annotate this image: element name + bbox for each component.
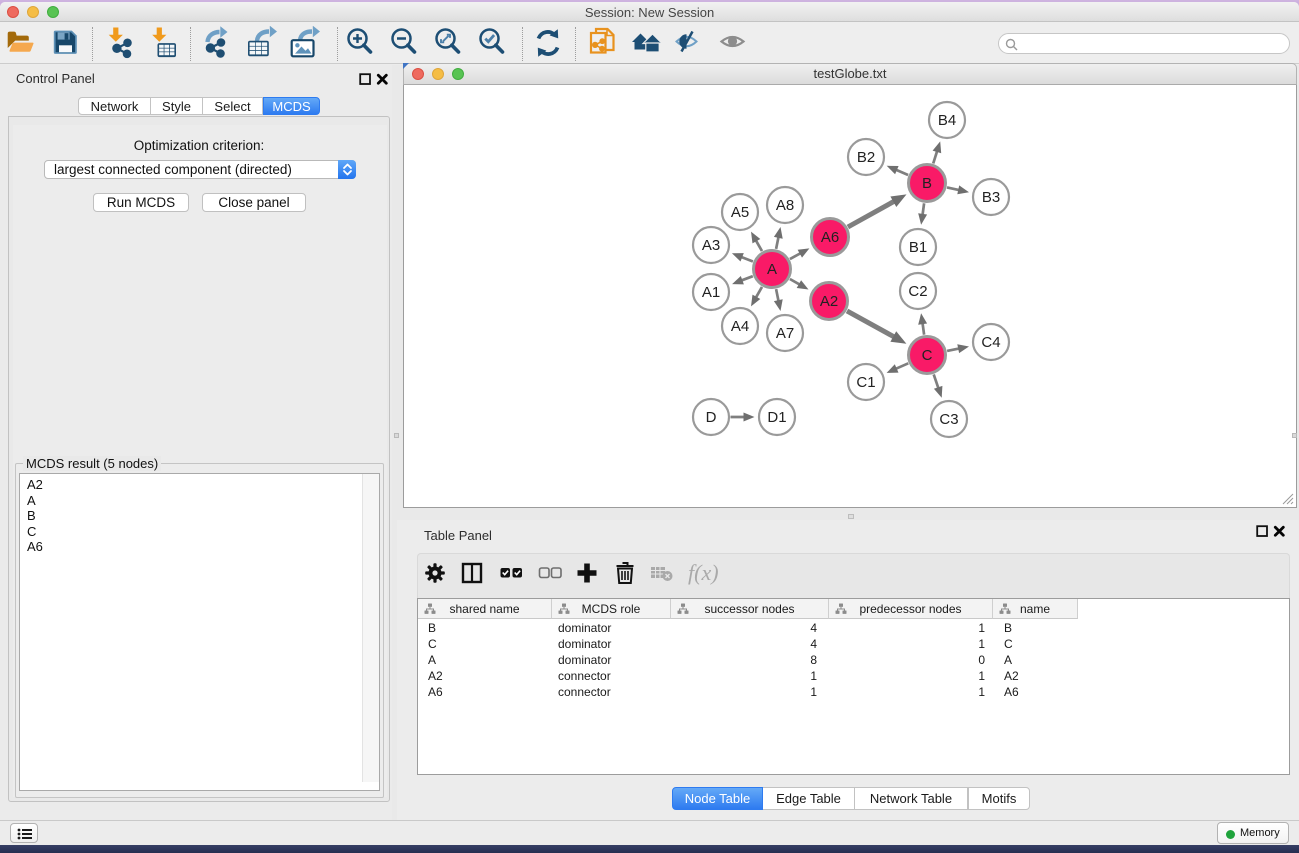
svg-text:C3: C3: [939, 411, 958, 428]
svg-text:B: B: [922, 175, 932, 192]
svg-text:A3: A3: [702, 237, 720, 254]
svg-text:A5: A5: [731, 204, 749, 221]
svg-text:A7: A7: [776, 325, 794, 342]
svg-text:A2: A2: [820, 293, 838, 310]
svg-text:D1: D1: [767, 409, 786, 426]
svg-text:A4: A4: [731, 318, 749, 335]
svg-text:A1: A1: [702, 284, 720, 301]
svg-text:C1: C1: [856, 374, 875, 391]
svg-text:B3: B3: [982, 189, 1000, 206]
svg-text:A8: A8: [776, 197, 794, 214]
svg-text:C4: C4: [981, 334, 1000, 351]
svg-text:A6: A6: [821, 229, 839, 246]
svg-text:B2: B2: [857, 149, 875, 166]
svg-text:A: A: [767, 261, 777, 278]
svg-text:C2: C2: [908, 283, 927, 300]
svg-text:B4: B4: [938, 112, 956, 129]
svg-text:C: C: [922, 347, 933, 364]
svg-text:B1: B1: [909, 239, 927, 256]
svg-text:D: D: [706, 409, 717, 426]
